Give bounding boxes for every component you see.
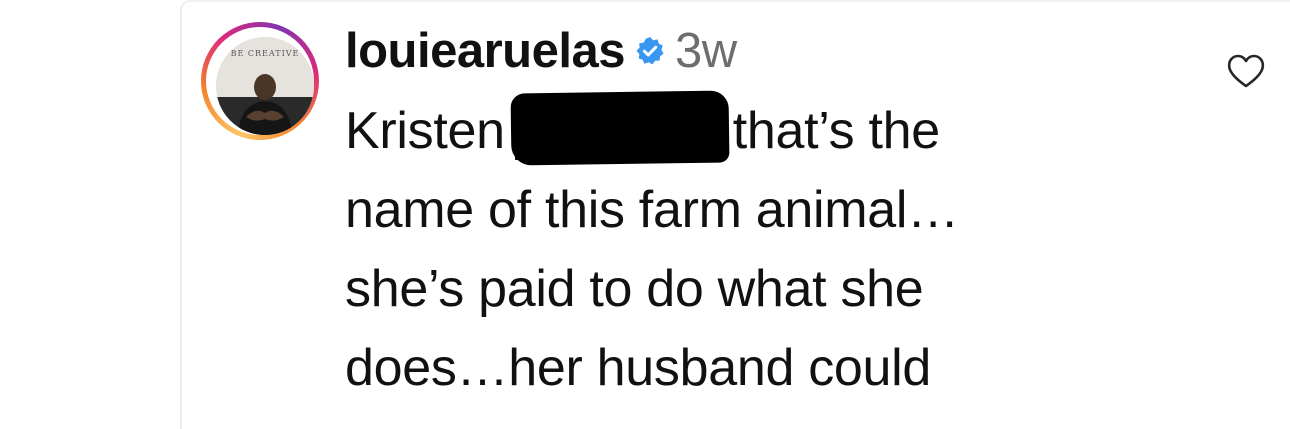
comment-screenshot: BE CREATIVE louiearuelas 3w Kristen that’… bbox=[0, 0, 1290, 429]
heart-icon bbox=[1227, 54, 1265, 88]
comment-header: louiearuelas 3w bbox=[345, 20, 737, 82]
username-link[interactable]: louiearuelas bbox=[345, 23, 625, 79]
comment-line-text: that’s the bbox=[732, 102, 940, 160]
comment-text: Kristen that’s the name of this farm anim… bbox=[345, 90, 1165, 408]
comment-line: Kristen that’s the bbox=[345, 90, 1165, 171]
comment-line-text: Kristen bbox=[345, 102, 505, 160]
verified-badge-icon bbox=[635, 36, 665, 66]
redaction-marker bbox=[510, 90, 731, 166]
avatar[interactable]: BE CREATIVE bbox=[216, 37, 314, 135]
story-ring[interactable]: BE CREATIVE bbox=[201, 22, 319, 140]
comment-line: name of this farm animal… bbox=[345, 181, 959, 239]
comment-timestamp: 3w bbox=[674, 24, 737, 78]
comment-line: she’s paid to do what she bbox=[345, 260, 924, 318]
comment-line: does…her husband could bbox=[345, 339, 932, 397]
avatar-text: BE CREATIVE bbox=[230, 49, 300, 58]
like-button[interactable] bbox=[1226, 53, 1266, 89]
